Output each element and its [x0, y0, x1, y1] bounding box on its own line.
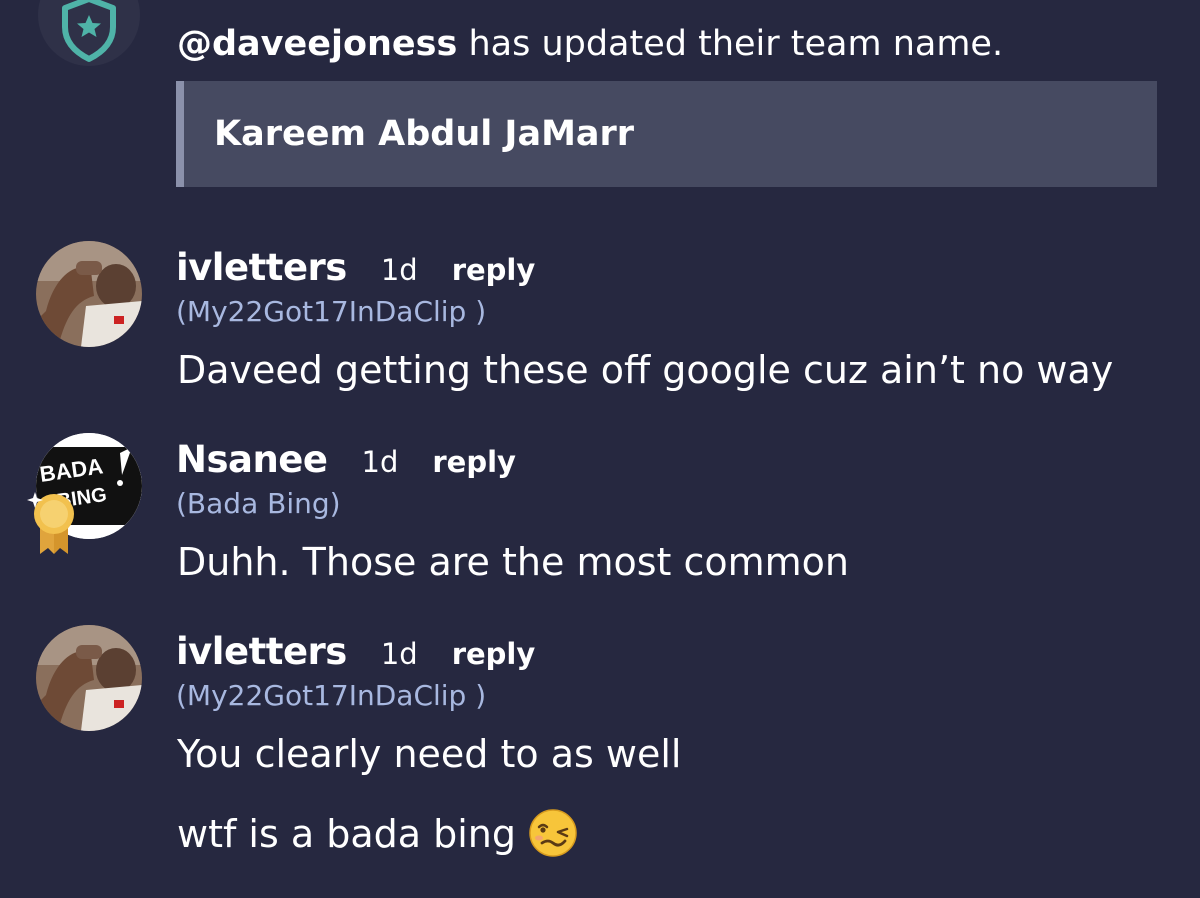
shield-star-icon — [62, 0, 116, 62]
team-name-quote: Kareem Abdul JaMarr — [176, 81, 1157, 187]
team-name: (Bada Bing) — [176, 487, 341, 520]
avatar[interactable] — [36, 241, 142, 347]
comment-text: You clearly need to as well — [177, 732, 682, 776]
comment-item: ivletters 1d reply (My22Got17InDaClip ) … — [0, 625, 1200, 898]
comment-header: ivletters 1d reply — [176, 242, 535, 294]
team-name: (My22Got17InDaClip ) — [176, 679, 487, 712]
comment-header: Nsanee 1d reply — [176, 434, 516, 486]
quote-text: Kareem Abdul JaMarr — [214, 114, 635, 154]
reply-button[interactable]: reply — [432, 445, 516, 479]
team-name: (My22Got17InDaClip ) — [176, 295, 487, 328]
user-mention[interactable]: @daveejoness — [177, 24, 457, 64]
comment-text: Duhh. Those are the most common — [177, 540, 849, 584]
avatar[interactable] — [36, 625, 142, 731]
system-message-text: has updated their team name. — [457, 24, 1004, 64]
medal-icon — [27, 492, 74, 554]
timestamp: 1d — [380, 253, 418, 287]
reply-button[interactable]: reply — [452, 253, 536, 287]
username[interactable]: ivletters — [176, 626, 347, 678]
username[interactable]: Nsanee — [176, 434, 328, 486]
reply-button[interactable]: reply — [452, 637, 536, 671]
comment-item: BADA BING Nsanee 1d reply (Bada Bing) Du… — [0, 433, 1200, 594]
timestamp: 1d — [380, 637, 418, 671]
timestamp: 1d — [361, 445, 399, 479]
username[interactable]: ivletters — [176, 242, 347, 294]
comment-text: Daveed getting these off google cuz ain’… — [177, 348, 1114, 392]
comment-header: ivletters 1d reply — [176, 626, 535, 678]
comment-text-line-2: wtf is a bada bing — [177, 808, 578, 862]
comment-text: wtf is a bada bing — [177, 812, 517, 856]
system-message: @daveejoness has updated their team name… — [177, 22, 1003, 66]
comment-item: ivletters 1d reply (My22Got17InDaClip ) … — [0, 241, 1200, 402]
woozy-face-emoji — [529, 808, 577, 857]
system-avatar — [38, 0, 140, 66]
